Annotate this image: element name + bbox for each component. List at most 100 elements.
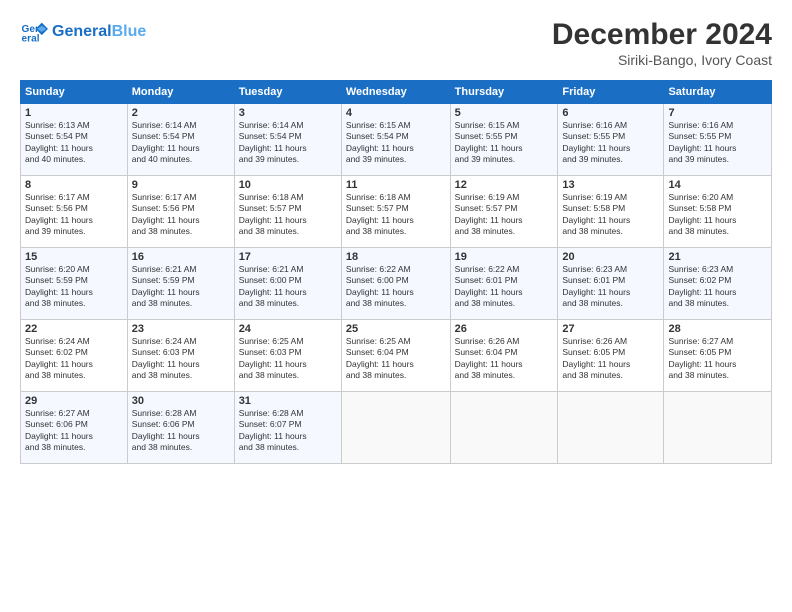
col-header-friday: Friday (558, 81, 664, 104)
day-info: Sunrise: 6:14 AM Sunset: 5:54 PM Dayligh… (239, 120, 337, 166)
calendar-cell: 30Sunrise: 6:28 AM Sunset: 6:06 PM Dayli… (127, 392, 234, 464)
day-info: Sunrise: 6:18 AM Sunset: 5:57 PM Dayligh… (346, 192, 446, 238)
day-info: Sunrise: 6:20 AM Sunset: 5:58 PM Dayligh… (668, 192, 767, 238)
calendar-cell: 18Sunrise: 6:22 AM Sunset: 6:00 PM Dayli… (341, 248, 450, 320)
calendar-cell: 28Sunrise: 6:27 AM Sunset: 6:05 PM Dayli… (664, 320, 772, 392)
calendar-week-row: 22Sunrise: 6:24 AM Sunset: 6:02 PM Dayli… (21, 320, 772, 392)
logo-blue: Blue (112, 23, 147, 40)
calendar-cell: 12Sunrise: 6:19 AM Sunset: 5:57 PM Dayli… (450, 176, 558, 248)
calendar-cell (341, 392, 450, 464)
day-info: Sunrise: 6:18 AM Sunset: 5:57 PM Dayligh… (239, 192, 337, 238)
calendar-cell: 5Sunrise: 6:15 AM Sunset: 5:55 PM Daylig… (450, 104, 558, 176)
day-number: 28 (668, 323, 767, 335)
logo: Gen eral GeneralBlue (20, 18, 146, 46)
day-info: Sunrise: 6:22 AM Sunset: 6:00 PM Dayligh… (346, 264, 446, 310)
calendar-cell: 31Sunrise: 6:28 AM Sunset: 6:07 PM Dayli… (234, 392, 341, 464)
day-number: 5 (455, 107, 554, 119)
calendar-cell (450, 392, 558, 464)
day-number: 10 (239, 179, 337, 191)
day-number: 26 (455, 323, 554, 335)
day-info: Sunrise: 6:26 AM Sunset: 6:05 PM Dayligh… (562, 336, 659, 382)
calendar-cell: 3Sunrise: 6:14 AM Sunset: 5:54 PM Daylig… (234, 104, 341, 176)
day-info: Sunrise: 6:14 AM Sunset: 5:54 PM Dayligh… (132, 120, 230, 166)
day-info: Sunrise: 6:15 AM Sunset: 5:55 PM Dayligh… (455, 120, 554, 166)
calendar-cell: 15Sunrise: 6:20 AM Sunset: 5:59 PM Dayli… (21, 248, 128, 320)
day-info: Sunrise: 6:23 AM Sunset: 6:01 PM Dayligh… (562, 264, 659, 310)
day-info: Sunrise: 6:27 AM Sunset: 6:05 PM Dayligh… (668, 336, 767, 382)
day-info: Sunrise: 6:20 AM Sunset: 5:59 PM Dayligh… (25, 264, 123, 310)
calendar-cell: 27Sunrise: 6:26 AM Sunset: 6:05 PM Dayli… (558, 320, 664, 392)
page-title: December 2024 (552, 18, 772, 52)
day-number: 11 (346, 179, 446, 191)
day-info: Sunrise: 6:17 AM Sunset: 5:56 PM Dayligh… (25, 192, 123, 238)
calendar-cell: 25Sunrise: 6:25 AM Sunset: 6:04 PM Dayli… (341, 320, 450, 392)
calendar-week-row: 1Sunrise: 6:13 AM Sunset: 5:54 PM Daylig… (21, 104, 772, 176)
day-number: 3 (239, 107, 337, 119)
day-info: Sunrise: 6:23 AM Sunset: 6:02 PM Dayligh… (668, 264, 767, 310)
calendar-header-row: SundayMondayTuesdayWednesdayThursdayFrid… (21, 81, 772, 104)
col-header-saturday: Saturday (664, 81, 772, 104)
day-number: 20 (562, 251, 659, 263)
day-number: 7 (668, 107, 767, 119)
calendar-week-row: 15Sunrise: 6:20 AM Sunset: 5:59 PM Dayli… (21, 248, 772, 320)
calendar-cell: 2Sunrise: 6:14 AM Sunset: 5:54 PM Daylig… (127, 104, 234, 176)
svg-text:eral: eral (22, 33, 40, 44)
day-info: Sunrise: 6:19 AM Sunset: 5:57 PM Dayligh… (455, 192, 554, 238)
day-info: Sunrise: 6:28 AM Sunset: 6:07 PM Dayligh… (239, 408, 337, 454)
calendar-cell: 26Sunrise: 6:26 AM Sunset: 6:04 PM Dayli… (450, 320, 558, 392)
day-info: Sunrise: 6:25 AM Sunset: 6:03 PM Dayligh… (239, 336, 337, 382)
day-number: 27 (562, 323, 659, 335)
calendar-week-row: 8Sunrise: 6:17 AM Sunset: 5:56 PM Daylig… (21, 176, 772, 248)
day-number: 16 (132, 251, 230, 263)
calendar-cell: 17Sunrise: 6:21 AM Sunset: 6:00 PM Dayli… (234, 248, 341, 320)
calendar-cell: 19Sunrise: 6:22 AM Sunset: 6:01 PM Dayli… (450, 248, 558, 320)
calendar-cell: 14Sunrise: 6:20 AM Sunset: 5:58 PM Dayli… (664, 176, 772, 248)
day-number: 17 (239, 251, 337, 263)
day-number: 9 (132, 179, 230, 191)
calendar-cell: 1Sunrise: 6:13 AM Sunset: 5:54 PM Daylig… (21, 104, 128, 176)
day-number: 31 (239, 395, 337, 407)
day-number: 19 (455, 251, 554, 263)
day-number: 13 (562, 179, 659, 191)
col-header-sunday: Sunday (21, 81, 128, 104)
calendar-cell: 21Sunrise: 6:23 AM Sunset: 6:02 PM Dayli… (664, 248, 772, 320)
day-info: Sunrise: 6:24 AM Sunset: 6:02 PM Dayligh… (25, 336, 123, 382)
day-number: 22 (25, 323, 123, 335)
day-info: Sunrise: 6:27 AM Sunset: 6:06 PM Dayligh… (25, 408, 123, 454)
calendar-cell: 16Sunrise: 6:21 AM Sunset: 5:59 PM Dayli… (127, 248, 234, 320)
title-block: December 2024 Siriki-Bango, Ivory Coast (552, 18, 772, 68)
calendar-cell: 20Sunrise: 6:23 AM Sunset: 6:01 PM Dayli… (558, 248, 664, 320)
day-number: 8 (25, 179, 123, 191)
day-number: 18 (346, 251, 446, 263)
calendar-cell: 11Sunrise: 6:18 AM Sunset: 5:57 PM Dayli… (341, 176, 450, 248)
page-subtitle: Siriki-Bango, Ivory Coast (552, 52, 772, 68)
day-info: Sunrise: 6:16 AM Sunset: 5:55 PM Dayligh… (668, 120, 767, 166)
page-header: Gen eral GeneralBlue December 2024 Sirik… (20, 18, 772, 68)
day-number: 21 (668, 251, 767, 263)
col-header-wednesday: Wednesday (341, 81, 450, 104)
col-header-tuesday: Tuesday (234, 81, 341, 104)
day-number: 2 (132, 107, 230, 119)
day-info: Sunrise: 6:13 AM Sunset: 5:54 PM Dayligh… (25, 120, 123, 166)
day-info: Sunrise: 6:17 AM Sunset: 5:56 PM Dayligh… (132, 192, 230, 238)
calendar-cell (558, 392, 664, 464)
day-info: Sunrise: 6:28 AM Sunset: 6:06 PM Dayligh… (132, 408, 230, 454)
day-info: Sunrise: 6:22 AM Sunset: 6:01 PM Dayligh… (455, 264, 554, 310)
day-info: Sunrise: 6:25 AM Sunset: 6:04 PM Dayligh… (346, 336, 446, 382)
day-number: 15 (25, 251, 123, 263)
day-number: 4 (346, 107, 446, 119)
logo-icon: Gen eral (20, 18, 48, 46)
day-info: Sunrise: 6:21 AM Sunset: 6:00 PM Dayligh… (239, 264, 337, 310)
col-header-thursday: Thursday (450, 81, 558, 104)
day-number: 1 (25, 107, 123, 119)
calendar-cell: 13Sunrise: 6:19 AM Sunset: 5:58 PM Dayli… (558, 176, 664, 248)
calendar-cell: 22Sunrise: 6:24 AM Sunset: 6:02 PM Dayli… (21, 320, 128, 392)
day-number: 12 (455, 179, 554, 191)
calendar-week-row: 29Sunrise: 6:27 AM Sunset: 6:06 PM Dayli… (21, 392, 772, 464)
day-number: 23 (132, 323, 230, 335)
col-header-monday: Monday (127, 81, 234, 104)
day-info: Sunrise: 6:24 AM Sunset: 6:03 PM Dayligh… (132, 336, 230, 382)
day-number: 24 (239, 323, 337, 335)
day-info: Sunrise: 6:21 AM Sunset: 5:59 PM Dayligh… (132, 264, 230, 310)
calendar-cell (664, 392, 772, 464)
